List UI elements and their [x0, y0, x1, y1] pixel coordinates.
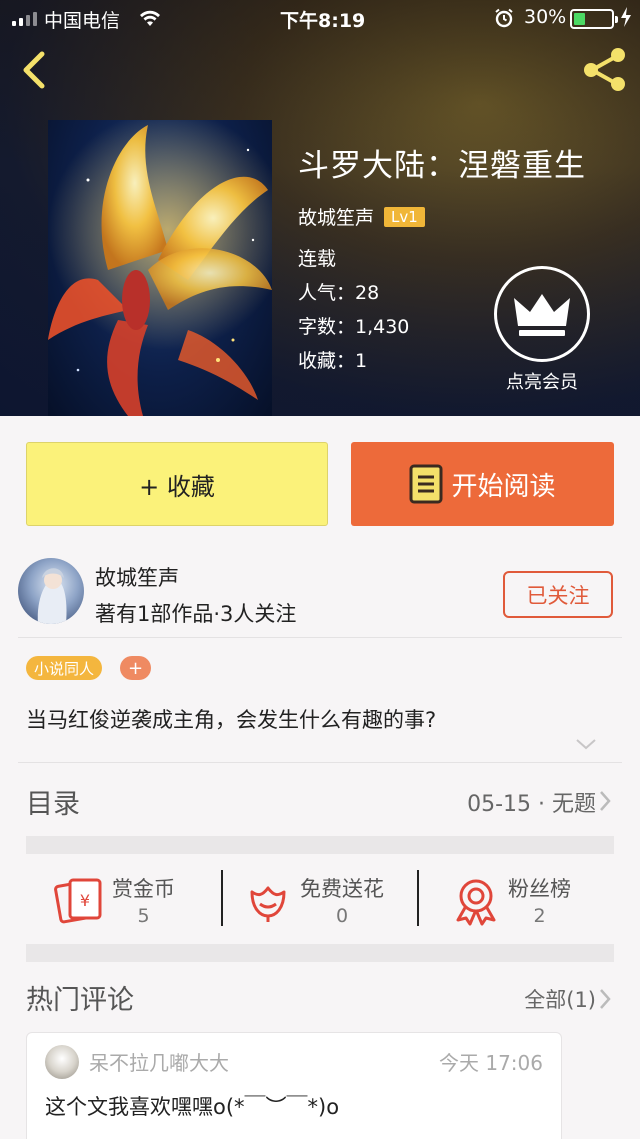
- start-reading-button[interactable]: 开始阅读: [351, 442, 614, 526]
- stat-label: 粉丝榜: [508, 877, 571, 901]
- add-tag-button[interactable]: +: [120, 656, 151, 680]
- share-button[interactable]: [580, 46, 630, 92]
- crown-icon: [494, 266, 590, 362]
- collect-button[interactable]: + 收藏: [26, 442, 328, 526]
- stat-label: 赏金币: [112, 877, 175, 901]
- stat-value: 5: [137, 905, 150, 927]
- charging-icon: [620, 7, 632, 32]
- author-avatar[interactable]: [18, 558, 84, 624]
- section-spacer: [26, 944, 614, 962]
- start-reading-label: 开始阅读: [451, 471, 556, 502]
- reward-coins[interactable]: ¥ 赏金币 5: [54, 856, 175, 944]
- phoenix-cover-image: [48, 120, 272, 416]
- author-card[interactable]: 故城笙声 著有1部作品·3人关注 已关注: [0, 548, 640, 638]
- divider: [417, 870, 419, 926]
- share-icon: [584, 48, 625, 91]
- medal-icon: [456, 879, 496, 926]
- chevron-left-icon: [23, 51, 45, 89]
- latest-chapter[interactable]: 05-15 · 无题: [467, 786, 596, 818]
- comment-item[interactable]: 呆不拉几嘟大大 今天 17:06 这个文我喜欢嘿嘿o(*￣︶￣*)o: [26, 1032, 562, 1139]
- wifi-icon: [138, 8, 162, 33]
- divider: [18, 637, 622, 638]
- clock: 下午8:19: [280, 10, 366, 32]
- level-badge: Lv1: [384, 206, 425, 227]
- stat-value: 2: [533, 905, 546, 927]
- book-title: 斗罗大陆：涅磐重生: [298, 148, 586, 184]
- comment-text: 这个文我喜欢嘿嘿o(*￣︶￣*)o: [45, 1095, 340, 1119]
- book-author-row: 故城笙声 Lv1: [298, 203, 586, 230]
- all-comments-link[interactable]: 全部(1): [524, 984, 596, 1014]
- book-icon: [409, 464, 443, 504]
- section-spacer: [26, 836, 614, 854]
- comments-title: 热门评论: [26, 985, 134, 1016]
- author-stats: 著有1部作品·3人关注: [95, 602, 297, 626]
- comments-header: 热门评论 全部(1): [0, 962, 640, 1028]
- carrier-label: 中国电信: [44, 10, 121, 32]
- follow-button[interactable]: 已关注: [503, 571, 613, 618]
- book-description: 当马红俊逆袭成主角，会发生什么有趣的事?: [26, 708, 437, 732]
- status-bar: 中国电信 下午8:19 30%: [0, 0, 640, 36]
- stat-value: 0: [335, 905, 349, 927]
- divider: [221, 870, 223, 926]
- category-tag[interactable]: 小说同人: [26, 656, 103, 680]
- catalog-row[interactable]: 目录 05-15 · 无题: [0, 764, 640, 836]
- expand-chevron-icon[interactable]: [574, 736, 598, 752]
- fan-ranking[interactable]: 粉丝榜 2: [450, 856, 571, 944]
- signal-icon: [12, 12, 37, 26]
- comment-time: 今天 17:06: [439, 1051, 543, 1075]
- vip-label: 点亮会员: [506, 372, 578, 393]
- book-header: 中国电信 下午8:19 30% 斗罗大陆：涅磐重生 故城笙声 Lv1 连载 人气…: [0, 0, 640, 416]
- battery-icon: [570, 9, 618, 29]
- alarm-icon: [494, 8, 514, 33]
- catalog-title: 目录: [26, 789, 80, 820]
- commenter-avatar[interactable]: [45, 1045, 79, 1079]
- divider: [18, 762, 622, 763]
- vip-button[interactable]: 点亮会员: [492, 266, 592, 396]
- chevron-right-icon: [600, 791, 611, 811]
- book-cover[interactable]: [48, 120, 272, 416]
- chevron-right-icon[interactable]: [598, 988, 612, 1010]
- stat-label: 免费送花: [300, 877, 384, 901]
- free-flowers[interactable]: 免费送花 0: [242, 856, 384, 944]
- flower-icon: [250, 886, 286, 922]
- commenter-name[interactable]: 呆不拉几嘟大大: [89, 1047, 229, 1076]
- interaction-stats: ¥ 赏金币 5 免费送花 0 粉丝榜 2: [0, 856, 640, 944]
- author-name[interactable]: 故城笙声: [95, 562, 179, 592]
- red-envelope-icon: ¥: [54, 878, 102, 924]
- book-author[interactable]: 故城笙声: [298, 203, 374, 230]
- back-button[interactable]: [14, 48, 54, 92]
- svg-text:¥: ¥: [80, 891, 90, 910]
- battery-percent: 30%: [524, 6, 567, 28]
